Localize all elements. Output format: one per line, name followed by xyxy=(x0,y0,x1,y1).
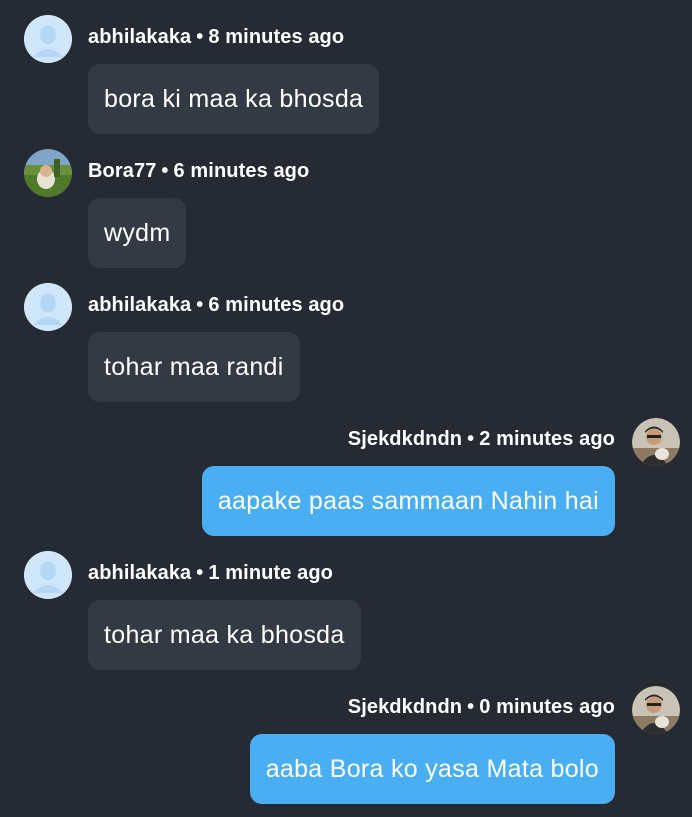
photo-avatar-person-icon[interactable] xyxy=(632,418,680,466)
message-meta: Sjekdkdndn • 2 minutes ago xyxy=(348,428,615,451)
timestamp: 8 minutes ago xyxy=(208,26,345,48)
username[interactable]: Sjekdkdndn xyxy=(348,696,462,718)
username[interactable]: Bora77 xyxy=(88,160,156,182)
username[interactable]: abhilakaka xyxy=(88,26,191,48)
photo-avatar-person-icon[interactable] xyxy=(632,686,680,734)
message-meta: abhilakaka • 8 minutes ago xyxy=(88,26,344,49)
username[interactable]: Sjekdkdndn xyxy=(348,428,462,450)
timestamp: 0 minutes ago xyxy=(479,696,615,718)
meta-separator: • xyxy=(161,160,169,182)
message-meta: abhilakaka • 6 minutes ago xyxy=(88,294,344,317)
message-bubble: aapake paas sammaan Nahin hai xyxy=(201,466,615,536)
meta-separator: • xyxy=(467,428,475,450)
message-bubble: wydm xyxy=(88,198,187,268)
message-bubble: tohar maa ka bhosda xyxy=(88,600,361,670)
timestamp: 6 minutes ago xyxy=(208,294,345,316)
default-user-avatar-icon[interactable] xyxy=(24,283,72,331)
photo-avatar-field-icon[interactable] xyxy=(24,149,72,197)
timestamp: 1 minute ago xyxy=(208,562,333,584)
message-meta: Bora77 • 6 minutes ago xyxy=(88,160,309,183)
message-meta: Sjekdkdndn • 0 minutes ago xyxy=(348,696,615,719)
timestamp: 6 minutes ago xyxy=(173,160,310,182)
default-user-avatar-icon[interactable] xyxy=(24,15,72,63)
timestamp: 2 minutes ago xyxy=(479,428,615,450)
meta-separator: • xyxy=(467,696,475,718)
username[interactable]: abhilakaka xyxy=(88,294,191,316)
meta-separator: • xyxy=(196,26,204,48)
meta-separator: • xyxy=(196,294,204,316)
message-bubble: bora ki maa ka bhosda xyxy=(88,64,380,134)
message-bubble: aaba Bora ko yasa Mata bolo xyxy=(249,734,615,804)
chat-thread: abhilakaka • 8 minutes ago bora ki maa ka … xyxy=(0,0,692,817)
message-bubble: tohar maa randi xyxy=(88,332,300,402)
meta-separator: • xyxy=(196,562,204,584)
message-meta: abhilakaka • 1 minute ago xyxy=(88,562,333,585)
default-user-avatar-icon[interactable] xyxy=(24,551,72,599)
username[interactable]: abhilakaka xyxy=(88,562,191,584)
